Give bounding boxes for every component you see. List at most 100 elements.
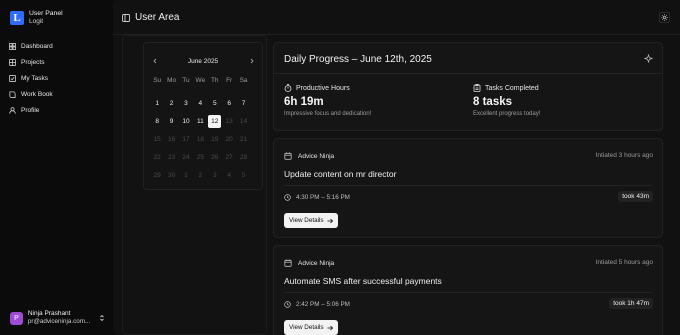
calendar-header: June 2025 [144, 56, 262, 66]
user-icon [9, 106, 16, 114]
tasks-completed-value: 8 tasks [473, 96, 513, 108]
view-details-label: View Details [289, 324, 324, 331]
view-details-button[interactable]: View Details [284, 213, 338, 228]
progress-title: Daily Progress – June 12th, 2025 [284, 54, 432, 65]
sidebar-item-my-tasks[interactable]: My Tasks [9, 70, 105, 86]
calendar-day[interactable]: 15 [151, 133, 164, 146]
brand-title: User Panel [29, 10, 63, 17]
calendar-day[interactable]: 14 [237, 115, 250, 128]
calendar-day[interactable]: 9 [165, 115, 178, 128]
main-area: User Area June 2025 Su Mo Tu We Th Fr Sa 1 2 3 4 5 6… [113, 0, 680, 335]
sidebar-item-label: My Tasks [21, 74, 48, 82]
calendar-next-button[interactable] [248, 58, 255, 65]
calendar-month: June 2025 [187, 57, 219, 65]
clock-icon [284, 194, 291, 201]
task-time-range-text: 4:30 PM – 5:16 PM [296, 194, 350, 201]
calendar-day[interactable]: 25 [194, 151, 207, 164]
chevron-up-down-icon [100, 314, 104, 322]
calendar-grid: Su Mo Tu We Th Fr Sa 1 2 3 4 5 6 7 8 9 10 11 12 13 14 15 16 17 1… [150, 76, 251, 184]
sidebar-item-work-book[interactable]: Work Book [9, 86, 105, 102]
weekday-label: Mo [167, 77, 177, 84]
task-title: Update content on mr director [284, 169, 397, 179]
calendar-day[interactable]: 30 [165, 169, 178, 182]
task-initiated: Intiated 5 hours ago [595, 259, 653, 266]
calendar-day-selected[interactable]: 12 [208, 114, 222, 128]
sidebar-item-projects[interactable]: Projects [9, 54, 105, 70]
sidebar-item-label: Projects [21, 58, 45, 66]
weekday-label: We [195, 77, 206, 84]
calendar-day[interactable]: 19 [208, 133, 221, 146]
calendar-day[interactable]: 11 [194, 115, 207, 128]
sidebar-nav: Dashboard Projects My Tasks Work Book Pr… [9, 38, 105, 118]
task-card: Advice Ninja Intiated 5 hours ago Automa… [273, 245, 663, 335]
calendar-day[interactable]: 27 [223, 151, 236, 164]
user-menu[interactable]: P Ninja Prashant pr@adviceninja.com... [10, 310, 106, 326]
weekday-label: Fr [226, 77, 233, 84]
task-source: Advice Ninja [284, 259, 334, 267]
sidebar-item-dashboard[interactable]: Dashboard [9, 38, 105, 54]
productive-hours-sub: Impressive focus and dedication! [284, 111, 372, 117]
view-details-label: View Details [289, 217, 324, 224]
calendar-day[interactable]: 29 [151, 169, 164, 182]
user-info: Ninja Prashant pr@adviceninja.com... [28, 310, 93, 326]
calendar-day[interactable]: 1 [179, 169, 192, 182]
calendar-day[interactable]: 16 [165, 133, 178, 146]
calendar-day[interactable]: 17 [179, 133, 192, 146]
calendar-day[interactable]: 4 [223, 169, 236, 182]
calendar-icon [284, 152, 292, 160]
calendar-day[interactable]: 28 [237, 151, 250, 164]
task-source-label: Advice Ninja [298, 152, 335, 160]
task-card: Advice Ninja Intiated 3 hours ago Update… [273, 138, 663, 238]
calendar-prev-button[interactable] [151, 58, 158, 65]
calendar-day[interactable]: 3 [179, 97, 192, 110]
book-icon [9, 90, 16, 98]
calendar-day[interactable]: 6 [223, 97, 236, 110]
projects-icon [9, 58, 16, 66]
brand-logo: L [10, 11, 24, 25]
sidebar-toggle-icon[interactable] [122, 14, 130, 22]
calendar-day[interactable]: 1 [151, 97, 164, 110]
sparkle-icon[interactable] [644, 54, 653, 63]
task-divider [284, 185, 652, 186]
sidebar-item-profile[interactable]: Profile [9, 102, 105, 118]
calendar-day[interactable]: 7 [237, 97, 250, 110]
calendar-day[interactable]: 23 [165, 151, 178, 164]
chevron-left-icon [152, 58, 156, 64]
calendar-day[interactable]: 22 [151, 151, 164, 164]
weekday-label: Tu [182, 77, 190, 84]
page-title: User Area [135, 12, 180, 23]
timer-icon [284, 84, 292, 92]
calendar-day[interactable]: 3 [208, 169, 221, 182]
tasks-icon [9, 74, 16, 82]
calendar-day[interactable]: 10 [179, 115, 192, 128]
task-time-range: 4:30 PM – 5:16 PM [284, 194, 350, 201]
productive-hours-label-text: Productive Hours [296, 84, 350, 92]
calendar-day[interactable]: 2 [194, 169, 207, 182]
calendar-day[interactable]: 4 [194, 97, 207, 110]
duration-badge: took 1h 47m [609, 298, 653, 309]
weekday-label: Sa [239, 77, 248, 84]
calendar-day[interactable]: 5 [208, 97, 221, 110]
view-details-button[interactable]: View Details [284, 320, 338, 335]
brand[interactable]: L User Panel Logit [10, 10, 63, 26]
calendar-day[interactable]: 26 [208, 151, 221, 164]
weekday-label: Th [210, 77, 219, 84]
calendar-day[interactable]: 18 [194, 133, 207, 146]
calendar-day[interactable]: 5 [237, 169, 250, 182]
calendar-day[interactable]: 20 [223, 133, 236, 146]
calendar-day[interactable]: 21 [237, 133, 250, 146]
tasks-completed-sub: Excellent progress today! [473, 111, 541, 117]
task-divider [284, 292, 652, 293]
task-time-range-text: 2:42 PM – 5:06 PM [296, 301, 350, 308]
chevron-right-icon [250, 58, 254, 64]
calendar-day[interactable]: 2 [165, 97, 178, 110]
calendar-day[interactable]: 8 [151, 115, 164, 128]
task-source: Advice Ninja [284, 152, 334, 160]
theme-toggle-button[interactable] [659, 12, 670, 23]
clipboard-icon [473, 84, 481, 92]
calendar-day[interactable]: 24 [179, 151, 192, 164]
user-name: Ninja Prashant [27, 310, 71, 317]
sun-icon [661, 14, 668, 21]
calendar-day[interactable]: 13 [223, 115, 236, 128]
tasks-completed-label-text: Tasks Completed [485, 84, 539, 92]
